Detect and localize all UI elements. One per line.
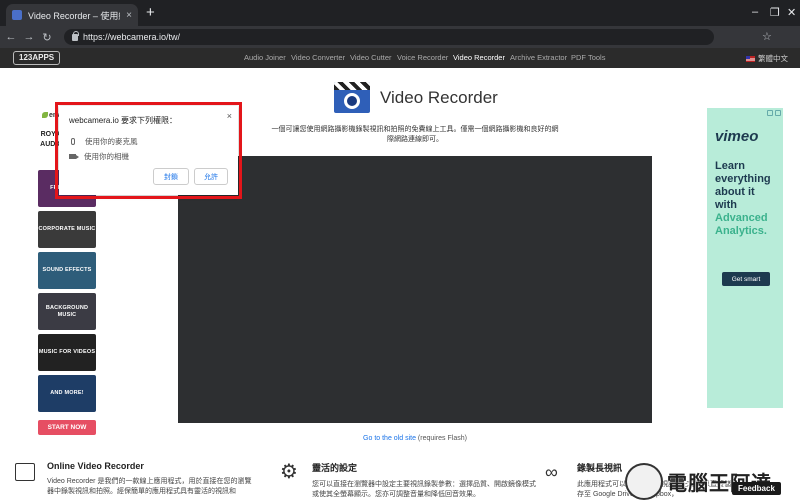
ad-line: Learn bbox=[715, 160, 745, 172]
ad-close-icon[interactable] bbox=[775, 110, 781, 116]
ad-info-icon[interactable] bbox=[767, 110, 773, 116]
browser-tab-bar: Video Recorder – 使用網路攝影 × + – ❐ ✕ bbox=[0, 0, 800, 26]
language-selector[interactable]: 繁體中文 bbox=[746, 53, 788, 64]
vimeo-logo: vimeo bbox=[715, 128, 759, 145]
old-site-note: (requires Flash) bbox=[417, 435, 467, 442]
ad-tile-label: AND MORE! bbox=[50, 390, 84, 396]
url-text: https://webcamera.io/tw/ bbox=[83, 32, 181, 42]
nav-item-archive-extractor[interactable]: Archive Extractor bbox=[510, 53, 567, 62]
envato-leaf-icon bbox=[42, 112, 48, 119]
close-window-icon[interactable]: ✕ bbox=[787, 6, 796, 19]
site-logo[interactable]: 123APPS bbox=[13, 51, 61, 65]
site-nav-bar: 123APPS Audio Joiner Video Converter Vid… bbox=[0, 48, 800, 68]
ad-tile-label: CORPORATE MUSIC bbox=[38, 226, 96, 232]
browser-toolbar: ← → ↻ https://webcamera.io/tw/ ☆ ⋮ bbox=[0, 26, 800, 68]
close-tab-icon[interactable]: × bbox=[126, 10, 132, 21]
ad-tile-label: SOUND EFFECTS bbox=[42, 267, 92, 273]
recorder-icon bbox=[15, 463, 35, 481]
app-description: 一個可讓您使用網路攝影機錄製視訊和拍照的免費線上工具。僅需一個網路攝影機和良好的… bbox=[271, 126, 559, 143]
bookmark-star-icon[interactable]: ☆ bbox=[762, 29, 772, 45]
minimize-icon[interactable]: – bbox=[752, 6, 758, 18]
ad-tile-background-music[interactable]: BACKGROUND MUSIC bbox=[38, 293, 96, 330]
feedback-button[interactable]: Feedback bbox=[732, 482, 781, 495]
favicon-icon bbox=[12, 10, 22, 20]
flag-icon bbox=[746, 56, 755, 63]
nav-item-video-recorder[interactable]: Video Recorder bbox=[453, 53, 505, 62]
back-icon[interactable]: ← bbox=[2, 31, 20, 43]
tab-title: Video Recorder – 使用網路攝影 bbox=[28, 10, 120, 21]
nav-item-video-cutter[interactable]: Video Cutter bbox=[350, 53, 392, 62]
nav-item-voice-recorder[interactable]: Voice Recorder bbox=[397, 53, 448, 62]
ad-tile-sound-effects[interactable]: SOUND EFFECTS bbox=[38, 252, 96, 289]
app-header: Video Recorder bbox=[334, 82, 498, 113]
feature-text: 您可以直接在瀏覽器中設定主要視訊錄製參數：選擇品質、開啟鏡像模式或使其全螢幕顯示… bbox=[312, 481, 536, 498]
ad-line: with bbox=[715, 199, 737, 211]
language-label: 繁體中文 bbox=[758, 54, 788, 63]
infinity-icon: ∞ bbox=[545, 462, 558, 482]
gear-icon: ⚙ bbox=[280, 461, 298, 483]
ad-line-accent: Analytics. bbox=[715, 225, 767, 237]
feature-text: Video Recorder 是我們的一款線上應用程式，用於直接在您的瀏覽器中錄… bbox=[47, 478, 252, 495]
video-camera-icon bbox=[334, 82, 370, 113]
ad-line: everything bbox=[715, 173, 771, 185]
address-bar[interactable]: https://webcamera.io/tw/ ☆ bbox=[64, 29, 772, 45]
forward-icon[interactable]: → bbox=[20, 31, 38, 43]
highlight-box bbox=[55, 102, 242, 199]
nav-item-audio-joiner[interactable]: Audio Joiner bbox=[244, 53, 286, 62]
new-tab-button[interactable]: + bbox=[146, 5, 155, 21]
watermark-face-icon bbox=[625, 463, 663, 500]
nav-item-video-converter[interactable]: Video Converter bbox=[291, 53, 345, 62]
vimeo-ad[interactable]: vimeo Learn everything about it with Adv… bbox=[707, 108, 783, 408]
page-content: envato ROYALTY FREE AUDIO TRACKS FREE FI… bbox=[0, 68, 800, 500]
page-title: Video Recorder bbox=[380, 87, 498, 107]
feature-title: Online Video Recorder bbox=[47, 461, 144, 471]
old-site-line: Go to the old site (requires Flash) bbox=[0, 435, 800, 442]
maximize-icon[interactable]: ❐ bbox=[770, 6, 780, 19]
reload-icon[interactable]: ↻ bbox=[38, 31, 56, 44]
old-site-link[interactable]: Go to the old site bbox=[363, 435, 416, 442]
ad-tile-and-more[interactable]: AND MORE! bbox=[38, 375, 96, 412]
ad-line-accent: Advanced bbox=[715, 212, 768, 224]
ad-tile-label: MUSIC FOR VIDEOS bbox=[38, 349, 96, 355]
video-preview-area[interactable] bbox=[178, 156, 652, 423]
ad-line: about it bbox=[715, 186, 755, 198]
ad-tile-corporate-music[interactable]: CORPORATE MUSIC bbox=[38, 211, 96, 248]
lock-icon bbox=[72, 30, 79, 41]
get-smart-button[interactable]: Get smart bbox=[722, 272, 770, 286]
ad-tile-label: BACKGROUND MUSIC bbox=[45, 304, 89, 318]
nav-item-pdf-tools[interactable]: PDF Tools bbox=[571, 53, 605, 62]
browser-tab[interactable]: Video Recorder – 使用網路攝影 × bbox=[6, 4, 138, 26]
feature-title: 靈活的設定 bbox=[312, 463, 358, 473]
start-now-button[interactable]: START NOW bbox=[38, 420, 96, 435]
ad-tile-music-for-videos[interactable]: MUSIC FOR VIDEOS bbox=[38, 334, 96, 371]
